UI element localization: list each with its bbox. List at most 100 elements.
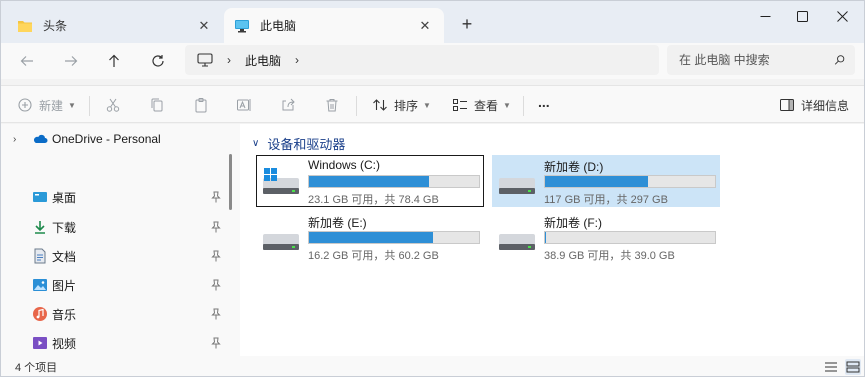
- sidebar-item-desktop[interactable]: 桌面: [1, 184, 229, 210]
- chevron-down-icon[interactable]: ∨: [252, 138, 259, 149]
- video-icon: [33, 337, 47, 349]
- more-options-button[interactable]: ...: [538, 91, 550, 113]
- pin-icon[interactable]: [211, 308, 221, 320]
- chevron-down-icon: ▼: [68, 100, 76, 110]
- sidebar-item-downloads[interactable]: 下载: [1, 214, 229, 240]
- sidebar-scrollbar[interactable]: [229, 154, 232, 210]
- view-label: 查看: [474, 98, 499, 113]
- divider: [523, 96, 524, 116]
- drive-item-c[interactable]: Windows (C:) 23.1 GB 可用，共 78.4 GB: [256, 155, 484, 207]
- sidebar-item-music[interactable]: 音乐: [1, 301, 229, 327]
- refresh-icon: [152, 55, 164, 67]
- arrow-right-icon: [65, 56, 78, 66]
- details-pane-button[interactable]: 详细信息: [779, 94, 849, 116]
- drive-item-f[interactable]: 新加卷 (F:) 38.9 GB 可用，共 39.0 GB: [492, 211, 720, 263]
- delete-button[interactable]: [324, 94, 340, 116]
- chevron-right-icon[interactable]: ›: [13, 134, 16, 145]
- sidebar-item-videos[interactable]: 视频: [1, 330, 229, 356]
- minimize-button[interactable]: [747, 5, 783, 27]
- search-box[interactable]: [667, 45, 855, 75]
- drive-usage-fill: [545, 232, 546, 243]
- chevron-down-icon: ▼: [503, 100, 511, 110]
- arrow-left-icon: [20, 56, 33, 66]
- drive-size-text: 16.2 GB 可用，共 60.2 GB: [308, 250, 439, 262]
- close-icon[interactable]: ✕: [195, 17, 213, 35]
- up-button[interactable]: [102, 50, 126, 72]
- tiles-view-icon[interactable]: [845, 359, 861, 375]
- share-button[interactable]: [280, 94, 296, 116]
- sidebar-item-label: 图片: [52, 278, 77, 293]
- more-icon: ...: [538, 94, 550, 110]
- paste-button[interactable]: [193, 94, 209, 116]
- tab-bar: 头条 ✕ 此电脑 ✕ +: [1, 1, 864, 43]
- drive-icon: [499, 234, 535, 250]
- sidebar-item-label: 音乐: [52, 307, 77, 322]
- details-view-icon[interactable]: [823, 359, 839, 375]
- tab-this-pc[interactable]: 此电脑 ✕: [224, 8, 444, 43]
- search-icon: [834, 55, 845, 65]
- document-icon: [34, 248, 46, 264]
- sort-label: 排序: [394, 98, 419, 113]
- search-input[interactable]: [679, 53, 834, 67]
- pin-icon[interactable]: [211, 191, 221, 203]
- windows-drive-icon: [263, 168, 299, 194]
- pin-icon[interactable]: [211, 250, 221, 262]
- drive-item-d[interactable]: 新加卷 (D:) 117 GB 可用，共 297 GB: [492, 155, 720, 207]
- chevron-right-icon[interactable]: ›: [227, 53, 231, 67]
- picture-icon: [33, 279, 47, 291]
- sidebar-item-label: 视频: [52, 336, 77, 351]
- address-row: › 此电脑 ›: [1, 43, 864, 79]
- navigation-pane: › OneDrive - Personal 桌面 下载 文档 图片 音乐 视频: [1, 124, 240, 356]
- status-bar: 4 个项目: [1, 356, 864, 376]
- sidebar-item-pictures[interactable]: 图片: [1, 272, 229, 298]
- back-button[interactable]: [15, 50, 39, 72]
- divider: [356, 96, 357, 116]
- address-bar[interactable]: › 此电脑 ›: [185, 45, 659, 75]
- tab-toutiao[interactable]: 头条 ✕: [7, 8, 223, 43]
- drive-item-e[interactable]: 新加卷 (E:) 16.2 GB 可用，共 60.2 GB: [256, 211, 484, 263]
- drive-usage-fill: [545, 176, 649, 187]
- section-header[interactable]: ∨ 设备和驱动器: [252, 134, 345, 153]
- close-window-button[interactable]: [824, 5, 860, 27]
- close-icon[interactable]: ✕: [416, 17, 434, 35]
- refresh-button[interactable]: [146, 50, 170, 72]
- chevron-down-icon: ▼: [423, 100, 431, 110]
- item-count: 4 个项目: [15, 362, 58, 374]
- pin-icon[interactable]: [211, 337, 221, 349]
- drive-icon: [499, 178, 535, 194]
- drive-name: Windows (C:): [308, 158, 381, 172]
- new-tab-button[interactable]: +: [457, 14, 477, 34]
- arrow-up-icon: [109, 54, 119, 67]
- sort-button[interactable]: 排序 ▼: [372, 94, 431, 116]
- drive-name: 新加卷 (E:): [308, 216, 367, 230]
- pin-icon[interactable]: [211, 221, 221, 233]
- chevron-right-icon[interactable]: ›: [295, 53, 299, 67]
- sidebar-item-documents[interactable]: 文档: [1, 243, 229, 269]
- desktop-icon: [33, 192, 47, 202]
- sort-icon: [373, 99, 387, 111]
- drive-name: 新加卷 (D:): [544, 160, 604, 174]
- forward-button[interactable]: [59, 50, 83, 72]
- cut-button[interactable]: [105, 94, 121, 116]
- rename-button[interactable]: [236, 94, 252, 116]
- divider: [89, 96, 90, 116]
- view-button[interactable]: 查看 ▼: [452, 94, 511, 116]
- drive-size-text: 38.9 GB 可用，共 39.0 GB: [544, 250, 675, 262]
- command-bar: 新建 ▼ 排序 ▼ 查看 ▼ ... 详细信息: [1, 85, 864, 123]
- copy-button[interactable]: [149, 94, 165, 116]
- drive-size-text: 23.1 GB 可用，共 78.4 GB: [308, 194, 439, 206]
- drive-usage-fill: [309, 176, 429, 187]
- breadcrumb-this-pc[interactable]: 此电脑: [245, 52, 281, 69]
- view-icon: [453, 99, 467, 111]
- share-icon: [282, 98, 295, 111]
- monitor-icon: [197, 53, 213, 67]
- sidebar-item-label: 桌面: [52, 190, 77, 205]
- new-button[interactable]: 新建 ▼: [17, 94, 76, 116]
- sidebar-item-label: 文档: [52, 249, 77, 264]
- section-title: 设备和驱动器: [267, 137, 346, 152]
- drive-usage-bar: [544, 175, 716, 188]
- sidebar-item-onedrive[interactable]: › OneDrive - Personal: [1, 126, 229, 152]
- pin-icon[interactable]: [211, 279, 221, 291]
- music-icon: [33, 307, 47, 321]
- maximize-button[interactable]: [784, 5, 820, 27]
